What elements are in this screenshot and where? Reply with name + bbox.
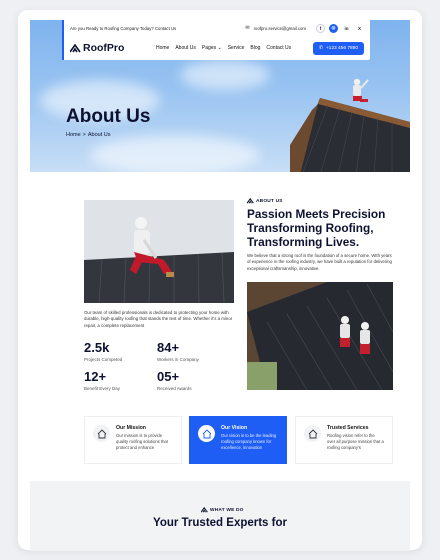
logo-text: RoofPro — [83, 42, 125, 54]
nav-links: Home About Us Pages ⌄ Service Blog Conta… — [156, 45, 291, 51]
chevron-down-icon: ⌄ — [217, 45, 222, 51]
x-icon[interactable]: X — [355, 24, 364, 33]
logo-mark-icon — [201, 507, 208, 513]
instagram-icon[interactable]: ◎ — [329, 23, 338, 33]
nav-pages[interactable]: Pages ⌄ — [202, 45, 222, 51]
nav-home[interactable]: Home — [156, 45, 169, 51]
services-title: Your Trusted Experts for — [153, 517, 287, 529]
topbar-tagline[interactable]: Are you Ready to Roofing Company Today? … — [70, 26, 176, 31]
stat-label: Workers in Company — [157, 357, 199, 362]
card-body: Our vision is to be the leading roofing … — [221, 433, 277, 451]
stat-label: Benefit Every Day — [84, 386, 121, 391]
top-info-bar: Are you Ready to Roofing Company Today? … — [62, 20, 370, 36]
logo-mark-icon — [247, 198, 254, 204]
roof-tool-icon — [198, 425, 215, 442]
page-title: About Us — [66, 106, 151, 127]
mission-card[interactable]: Our Mission Our mission is to provide qu… — [84, 416, 182, 464]
breadcrumb: Home > About Us — [66, 132, 111, 138]
phone-icon: ✆ — [318, 45, 323, 51]
services-section: WHAT WE DO Your Trusted Experts for — [30, 481, 410, 551]
services-eyebrow: WHAT WE DO — [201, 507, 244, 513]
breadcrumb-separator: > — [82, 132, 86, 138]
nav-blog[interactable]: Blog — [250, 45, 260, 51]
nav-about[interactable]: About Us — [175, 45, 196, 51]
roof-tool-icon — [304, 425, 321, 442]
card-body: Our mission is to provide quality roofin… — [116, 433, 168, 451]
stat-label: Projects Competed — [84, 357, 123, 362]
nav-service[interactable]: Service — [228, 45, 245, 51]
call-button-label: +123 456 7890 — [325, 45, 358, 51]
stat-number: 84+ — [157, 340, 180, 355]
breadcrumb-home[interactable]: Home — [66, 132, 81, 138]
about-heading: Passion Meets Precision Transforming Roo… — [247, 207, 386, 249]
logo[interactable]: RoofPro — [70, 42, 152, 54]
stat-projects: 2.5k Projects Competed — [84, 340, 122, 362]
stat-benefit: 12+ Benefit Every Day — [84, 369, 120, 391]
about-eyebrow: ABOUT US — [247, 198, 283, 204]
stat-number: 05+ — [157, 369, 180, 384]
stat-number: 12+ — [84, 369, 107, 384]
roofer-hero-image — [290, 78, 410, 172]
about-paragraph: We believe that a strong roof is the fou… — [247, 253, 392, 271]
page-frame: About Us Home > About Us Are you Ready to … — [18, 10, 422, 550]
stat-awards: 05+ Received Awards — [157, 369, 192, 391]
card-title: Our Vision — [221, 425, 248, 431]
facebook-icon[interactable]: f — [316, 23, 325, 33]
about-eyebrow-label: ABOUT US — [256, 198, 283, 204]
topbar-email[interactable]: roofpro.service@gmail.com — [254, 26, 306, 31]
card-title: Trusted Services — [327, 425, 369, 431]
linkedin-icon[interactable]: in — [342, 24, 351, 33]
card-title: Our Mission — [116, 425, 146, 431]
card-body: Roofing vision refer to the over all pur… — [327, 433, 384, 451]
stat-number: 2.5k — [84, 340, 110, 355]
mail-icon: ✉ — [245, 25, 250, 31]
logo-mark-icon — [70, 43, 81, 52]
stat-workers: 84+ Workers in Company — [157, 340, 199, 362]
services-eyebrow-label: WHAT WE DO — [210, 507, 244, 513]
breadcrumb-current: About Us — [87, 132, 111, 138]
roofers-team-image — [247, 282, 393, 390]
vision-card[interactable]: Our Vision Our vision is to be the leadi… — [189, 416, 287, 464]
call-button[interactable]: ✆ +123 456 7890 — [312, 41, 364, 55]
nav-pages-label: Pages — [201, 45, 217, 51]
roof-tool-icon — [93, 425, 110, 442]
stat-label: Received Awards — [157, 386, 192, 391]
about-intro-text: Our team of skilled professionals is ded… — [84, 310, 233, 328]
main-navbar: RoofPro Home About Us Pages ⌄ Service Bl… — [62, 36, 370, 60]
nav-contact[interactable]: Contact Us — [266, 45, 291, 51]
services-card[interactable]: Trusted Services Roofing vision refer to… — [295, 416, 393, 464]
roofer-working-image — [84, 200, 234, 303]
